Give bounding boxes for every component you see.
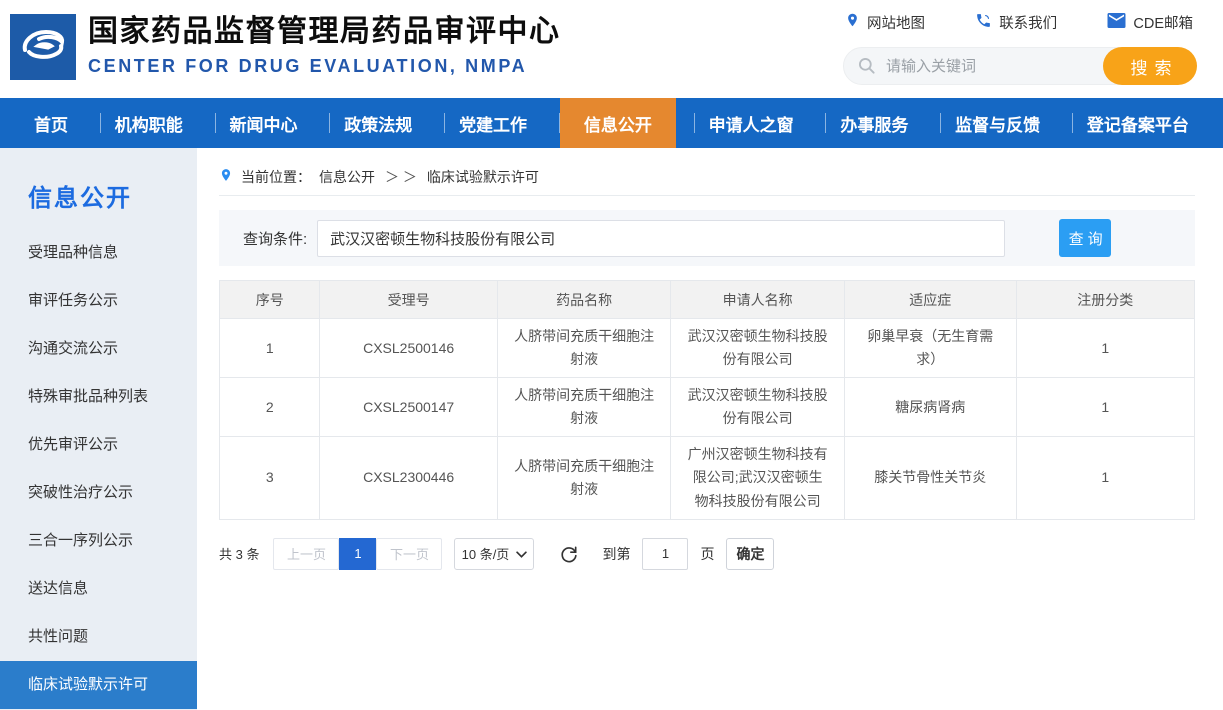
nav-item-supervision[interactable]: 监督与反馈 <box>941 98 1054 148</box>
search-icon <box>857 56 877 81</box>
nav-item-info-disclosure[interactable]: 信息公开 <box>560 98 676 148</box>
contact-link[interactable]: 联系我们 <box>975 12 1057 33</box>
refresh-icon[interactable] <box>558 543 580 565</box>
page-size-select[interactable]: 10 条/页 <box>454 538 534 570</box>
next-page-button[interactable]: 下一页 <box>376 538 442 570</box>
sidebar-item-clinical-trial-implied-license[interactable]: 临床试验默示许可 <box>0 661 197 709</box>
cell-registration-class: 1 <box>1016 319 1194 378</box>
table-row: 1 CXSL2500146 人脐带间充质干细胞注射液 武汉汉密顿生物科技股份有限… <box>220 319 1195 378</box>
envelope-icon <box>1107 13 1126 32</box>
cell-seq: 1 <box>220 319 320 378</box>
header-acceptance-no: 受理号 <box>320 281 497 319</box>
sidebar: 信息公开 受理品种信息 审评任务公示 沟通交流公示 特殊审批品种列表 优先审评公… <box>0 148 197 710</box>
sidebar-item-review-tasks[interactable]: 审评任务公示 <box>0 277 197 325</box>
pagination: 共 3 条 上一页 1 下一页 10 条/页 到第 页 确定 <box>219 538 1195 570</box>
sitemap-label: 网站地图 <box>867 12 925 33</box>
table-row: 3 CXSL2300446 人脐带间充质干细胞注射液 广州汉密顿生物科技有限公司… <box>220 437 1195 519</box>
cde-logo <box>10 14 76 80</box>
sidebar-title: 信息公开 <box>28 178 197 213</box>
cde-mail-link[interactable]: CDE邮箱 <box>1107 12 1193 33</box>
sidebar-item-accepted-varieties[interactable]: 受理品种信息 <box>0 229 197 277</box>
chevron-down-icon <box>516 546 527 561</box>
search-button[interactable]: 搜索 <box>1103 47 1197 85</box>
goto-label: 到第 <box>602 544 630 564</box>
nav-item-policies[interactable]: 政策法规 <box>330 98 426 148</box>
breadcrumb: 当前位置： 信息公开 ＞ ＞ 临床试验默示许可 <box>219 158 1195 196</box>
sidebar-item-communication[interactable]: 沟通交流公示 <box>0 325 197 373</box>
site-title-cn: 国家药品监督管理局药品审评中心 <box>88 13 561 51</box>
site-title-block: 国家药品监督管理局药品审评中心 CENTER FOR DRUG EVALUATI… <box>88 13 561 77</box>
contact-label: 联系我们 <box>999 12 1057 33</box>
query-input[interactable] <box>317 220 1005 257</box>
header-applicant: 申请人名称 <box>671 281 845 319</box>
cell-drug-name: 人脐带间充质干细胞注射液 <box>497 319 671 378</box>
goto-page-group: 到第 页 确定 <box>602 538 774 570</box>
header-drug-name: 药品名称 <box>497 281 671 319</box>
sidebar-item-common-issues[interactable]: 共性问题 <box>0 613 197 661</box>
main-area: 信息公开 受理品种信息 审评任务公示 沟通交流公示 特殊审批品种列表 优先审评公… <box>0 148 1223 710</box>
nav-item-applicant-window[interactable]: 申请人之窗 <box>695 98 808 148</box>
location-pin-icon <box>219 166 233 187</box>
sidebar-item-priority-review[interactable]: 优先审评公示 <box>0 421 197 469</box>
confirm-button[interactable]: 确定 <box>726 538 774 570</box>
cde-swoosh-icon <box>17 19 69 76</box>
query-panel: 查询条件: 查询 <box>219 210 1195 266</box>
cell-indication: 糖尿病肾病 <box>844 378 1016 437</box>
sitemap-link[interactable]: 网站地图 <box>845 11 925 33</box>
content-area: 当前位置： 信息公开 ＞ ＞ 临床试验默示许可 查询条件: 查询 序号 受理号 药… <box>197 148 1223 710</box>
header-indication: 适应症 <box>844 281 1016 319</box>
nav-item-functions[interactable]: 机构职能 <box>101 98 197 148</box>
nav-item-home[interactable]: 首页 <box>20 98 82 148</box>
cell-indication: 卵巢早衰（无生育需求） <box>844 319 1016 378</box>
nav-item-party[interactable]: 党建工作 <box>445 98 541 148</box>
query-button[interactable]: 查询 <box>1059 219 1111 257</box>
cell-registration-class: 1 <box>1016 437 1194 519</box>
quick-links: 网站地图 联系我们 CDE邮箱 <box>843 10 1195 34</box>
cell-seq: 2 <box>220 378 320 437</box>
nav-item-registration-platform[interactable]: 登记备案平台 <box>1073 98 1203 148</box>
cell-acceptance-no: CXSL2500146 <box>320 319 497 378</box>
location-pin-icon <box>845 11 860 33</box>
goto-page-input[interactable] <box>642 538 688 570</box>
query-label: 查询条件: <box>243 228 307 249</box>
cell-indication: 膝关节骨性关节炎 <box>844 437 1016 519</box>
site-header: 国家药品监督管理局药品审评中心 CENTER FOR DRUG EVALUATI… <box>0 0 1223 98</box>
sidebar-item-delivery-info[interactable]: 送达信息 <box>0 565 197 613</box>
prev-page-button[interactable]: 上一页 <box>273 538 339 570</box>
cell-registration-class: 1 <box>1016 378 1194 437</box>
nav-item-services[interactable]: 办事服务 <box>826 98 922 148</box>
cell-drug-name: 人脐带间充质干细胞注射液 <box>497 437 671 519</box>
result-table: 序号 受理号 药品名称 申请人名称 适应症 注册分类 1 CXSL2500146… <box>219 280 1195 520</box>
search-bar: 搜索 <box>843 47 1195 85</box>
breadcrumb-current: 临床试验默示许可 <box>427 167 539 187</box>
table-header-row: 序号 受理号 药品名称 申请人名称 适应症 注册分类 <box>220 281 1195 319</box>
page-number-current[interactable]: 1 <box>339 538 376 570</box>
total-count: 共 3 条 <box>219 544 259 563</box>
cell-applicant: 广州汉密顿生物科技有限公司;武汉汉密顿生物科技股份有限公司 <box>671 437 845 519</box>
cell-drug-name: 人脐带间充质干细胞注射液 <box>497 378 671 437</box>
breadcrumb-section[interactable]: 信息公开 <box>319 167 375 187</box>
header-right: 网站地图 联系我们 CDE邮箱 搜索 <box>843 10 1195 85</box>
main-nav: 首页 机构职能 新闻中心 政策法规 党建工作 信息公开 申请人之窗 办事服务 监… <box>0 98 1223 148</box>
sidebar-item-special-approval[interactable]: 特殊审批品种列表 <box>0 373 197 421</box>
phone-icon <box>975 12 992 33</box>
site-title-en: CENTER FOR DRUG EVALUATION, NMPA <box>88 56 561 77</box>
table-row: 2 CXSL2500147 人脐带间充质干细胞注射液 武汉汉密顿生物科技股份有限… <box>220 378 1195 437</box>
cell-acceptance-no: CXSL2500147 <box>320 378 497 437</box>
sidebar-item-breakthrough-therapy[interactable]: 突破性治疗公示 <box>0 469 197 517</box>
cde-mail-label: CDE邮箱 <box>1133 12 1193 33</box>
breadcrumb-separator: ＞ ＞ <box>385 167 417 187</box>
header-registration-class: 注册分类 <box>1016 281 1194 319</box>
header-seq: 序号 <box>220 281 320 319</box>
cell-seq: 3 <box>220 437 320 519</box>
cell-applicant: 武汉汉密顿生物科技股份有限公司 <box>671 378 845 437</box>
cell-acceptance-no: CXSL2300446 <box>320 437 497 519</box>
breadcrumb-label: 当前位置： <box>241 167 311 187</box>
goto-unit: 页 <box>700 544 714 564</box>
page-size-value: 10 条/页 <box>462 544 510 563</box>
nav-item-news[interactable]: 新闻中心 <box>216 98 312 148</box>
cell-applicant: 武汉汉密顿生物科技股份有限公司 <box>671 319 845 378</box>
sidebar-item-three-in-one[interactable]: 三合一序列公示 <box>0 517 197 565</box>
